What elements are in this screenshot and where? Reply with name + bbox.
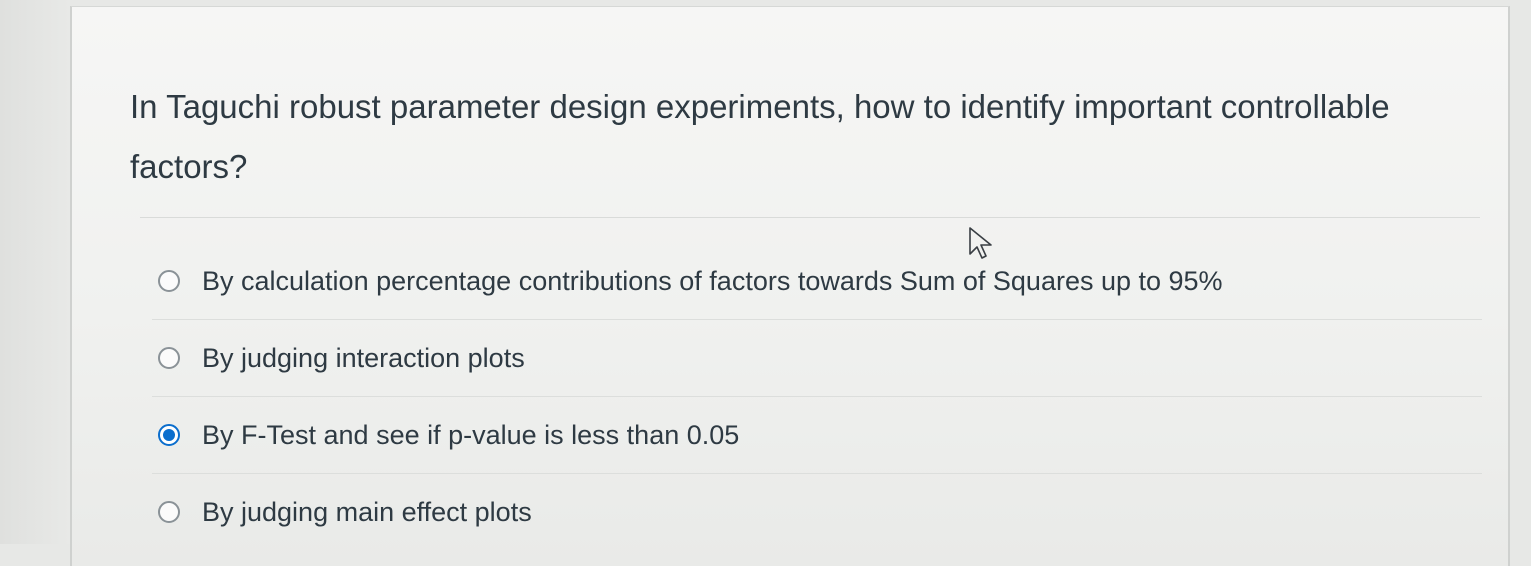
radio-button-4[interactable]: [158, 501, 180, 523]
page-background: [0, 0, 70, 544]
answer-label-4: By judging main effect plots: [202, 496, 532, 527]
radio-button-2[interactable]: [158, 347, 180, 369]
mouse-pointer-icon: [969, 227, 992, 259]
radio-button-3-selected[interactable]: [158, 424, 180, 446]
answer-option-1[interactable]: By calculation percentage contributions …: [152, 243, 1482, 320]
answer-label-1: By calculation percentage contributions …: [202, 265, 1223, 296]
question-text: In Taguchi robust parameter design exper…: [130, 88, 1390, 185]
answer-label-3: By F-Test and see if p-value is less tha…: [202, 419, 740, 450]
radio-button-1[interactable]: [158, 270, 180, 292]
answer-option-4[interactable]: By judging main effect plots: [152, 474, 1482, 550]
answer-option-2[interactable]: By judging interaction plots: [152, 320, 1482, 397]
answer-list: By calculation percentage contributions …: [152, 243, 1482, 550]
answer-label-2: By judging interaction plots: [202, 342, 525, 373]
answer-option-3[interactable]: By F-Test and see if p-value is less tha…: [152, 397, 1482, 474]
question-divider: [140, 217, 1480, 218]
question-card: In Taguchi robust parameter design exper…: [70, 6, 1510, 566]
